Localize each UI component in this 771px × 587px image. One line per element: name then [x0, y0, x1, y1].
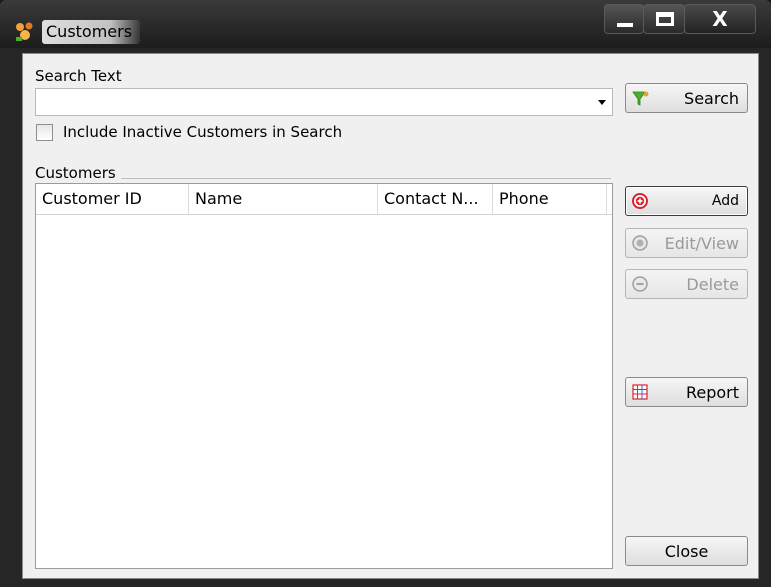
- minimize-button[interactable]: [604, 4, 644, 34]
- funnel-icon: [632, 90, 649, 106]
- dialog-body: Search Text Search Include Inactive Cust…: [22, 53, 759, 579]
- search-button[interactable]: Search: [625, 83, 748, 113]
- search-text-combobox[interactable]: [35, 88, 613, 116]
- minimize-icon: [617, 23, 633, 27]
- customers-window: Customers X Search Text Search Include I…: [0, 0, 771, 587]
- customers-app-icon: [14, 20, 36, 42]
- maximize-icon: [656, 12, 674, 26]
- search-button-label: Search: [684, 89, 739, 108]
- include-inactive-checkbox[interactable]: [36, 124, 53, 141]
- maximize-button[interactable]: [643, 4, 685, 34]
- customers-list[interactable]: Customer ID Name Contact N... Phone: [35, 183, 613, 569]
- search-text-label: Search Text: [35, 67, 122, 85]
- close-button[interactable]: Close: [625, 536, 748, 566]
- edit-view-button[interactable]: Edit/View: [625, 228, 748, 258]
- add-button-label: Add: [711, 193, 739, 209]
- delete-button[interactable]: Delete: [625, 269, 748, 299]
- list-header: Customer ID Name Contact N... Phone: [36, 184, 612, 215]
- add-icon: [632, 193, 648, 209]
- column-header-name[interactable]: Name: [189, 184, 378, 214]
- close-window-button[interactable]: X: [684, 4, 756, 34]
- report-button[interactable]: Report: [625, 377, 748, 407]
- chevron-down-icon[interactable]: [598, 100, 606, 105]
- column-header-customer-id[interactable]: Customer ID: [36, 184, 189, 214]
- report-button-label: Report: [685, 383, 739, 402]
- window-title: Customers: [42, 20, 141, 44]
- include-inactive-label[interactable]: Include Inactive Customers in Search: [63, 123, 342, 141]
- column-header-contact-name[interactable]: Contact N...: [378, 184, 493, 214]
- edit-view-button-label: Edit/View: [664, 234, 739, 253]
- column-header-phone[interactable]: Phone: [493, 184, 607, 214]
- delete-button-label: Delete: [686, 275, 739, 294]
- add-button[interactable]: Add: [625, 186, 748, 216]
- close-icon: X: [712, 7, 728, 31]
- delete-icon: [632, 276, 648, 292]
- edit-icon: [632, 235, 648, 251]
- customers-group-label: Customers: [35, 164, 116, 182]
- group-divider: [121, 178, 611, 179]
- title-bar[interactable]: Customers X: [0, 0, 771, 48]
- close-button-label: Close: [664, 542, 709, 561]
- report-grid-icon: [632, 384, 648, 400]
